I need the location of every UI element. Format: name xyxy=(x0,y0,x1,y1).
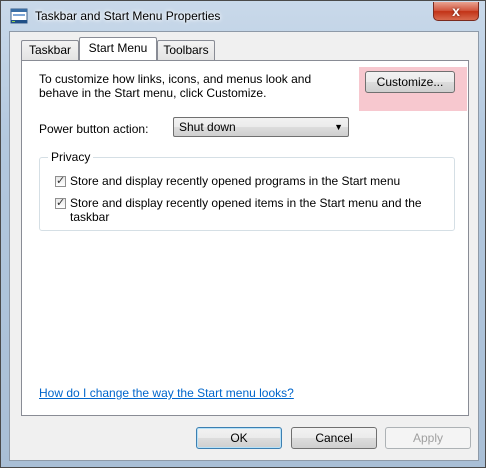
power-button-value: Shut down xyxy=(179,120,236,134)
close-button[interactable]: x xyxy=(433,2,479,21)
recent-items-label[interactable]: Store and display recently opened items … xyxy=(70,196,440,224)
tab-taskbar[interactable]: Taskbar xyxy=(21,40,79,60)
privacy-group: Privacy ✓ Store and display recently ope… xyxy=(39,150,455,231)
customize-button[interactable]: Customize... xyxy=(365,71,455,93)
checkmark-icon: ✓ xyxy=(56,197,66,209)
cancel-button[interactable]: Cancel xyxy=(291,427,377,449)
help-link[interactable]: How do I change the way the Start menu l… xyxy=(39,386,294,400)
tab-start-menu[interactable]: Start Menu xyxy=(79,37,157,60)
taskbar-properties-icon xyxy=(10,7,28,25)
power-button-select[interactable]: Shut down ▼ xyxy=(173,117,349,137)
checkmark-icon: ✓ xyxy=(56,175,66,187)
properties-window: Taskbar and Start Menu Properties x Task… xyxy=(0,0,486,468)
start-menu-tab-panel: To customize how links, icons, and menus… xyxy=(21,60,469,416)
recent-programs-label[interactable]: Store and display recently opened progra… xyxy=(70,174,400,188)
ok-button[interactable]: OK xyxy=(196,427,282,449)
apply-button[interactable]: Apply xyxy=(385,427,471,449)
power-button-label: Power button action: xyxy=(39,122,149,136)
privacy-label: Privacy xyxy=(48,150,94,164)
recent-programs-checkbox[interactable]: ✓ xyxy=(55,175,66,187)
recent-items-checkbox[interactable]: ✓ xyxy=(55,197,66,209)
close-icon: x xyxy=(452,3,460,19)
title-bar[interactable]: Taskbar and Start Menu Properties x xyxy=(1,1,487,31)
window-title: Taskbar and Start Menu Properties xyxy=(35,9,221,23)
tab-toolbars[interactable]: Toolbars xyxy=(157,40,215,60)
chevron-down-icon: ▼ xyxy=(334,122,343,132)
dialog-client-area: Taskbar Start Menu Toolbars To customize… xyxy=(9,31,479,461)
customize-description: To customize how links, icons, and menus… xyxy=(39,72,312,100)
